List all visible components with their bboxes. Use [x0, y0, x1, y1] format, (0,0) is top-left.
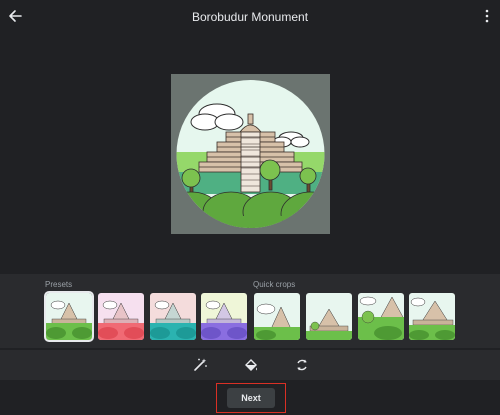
auto-enhance-button[interactable]	[192, 357, 208, 373]
image-preview	[171, 74, 330, 234]
rotate-icon	[297, 359, 307, 371]
more-vert-icon	[485, 9, 489, 23]
quick-crop-2[interactable]	[306, 293, 352, 340]
quick-crop-4[interactable]	[409, 293, 455, 340]
edit-toolbar	[0, 350, 500, 380]
preset-pink[interactable]	[98, 293, 144, 340]
borobudur-image	[171, 74, 330, 234]
quick-crop-3[interactable]	[358, 293, 404, 340]
quick-crops-label: Quick crops	[253, 280, 296, 289]
preset-original[interactable]	[44, 291, 94, 342]
auto-enhance-icon	[194, 358, 207, 371]
more-options-button[interactable]	[482, 8, 492, 24]
preset-purple[interactable]	[201, 293, 247, 340]
presets-label: Presets	[45, 280, 73, 289]
paint-bucket-button[interactable]	[243, 357, 259, 373]
quick-crop-1[interactable]	[254, 293, 300, 340]
top-bar: Borobudur Monument	[0, 0, 500, 34]
next-button[interactable]: Next	[227, 388, 275, 408]
paint-bucket-icon	[245, 359, 257, 371]
edit-tray: Presets Quick crops	[0, 274, 500, 348]
page-title: Borobudur Monument	[191, 10, 309, 24]
rotate-button[interactable]	[294, 357, 310, 373]
preset-teal[interactable]	[150, 293, 196, 340]
